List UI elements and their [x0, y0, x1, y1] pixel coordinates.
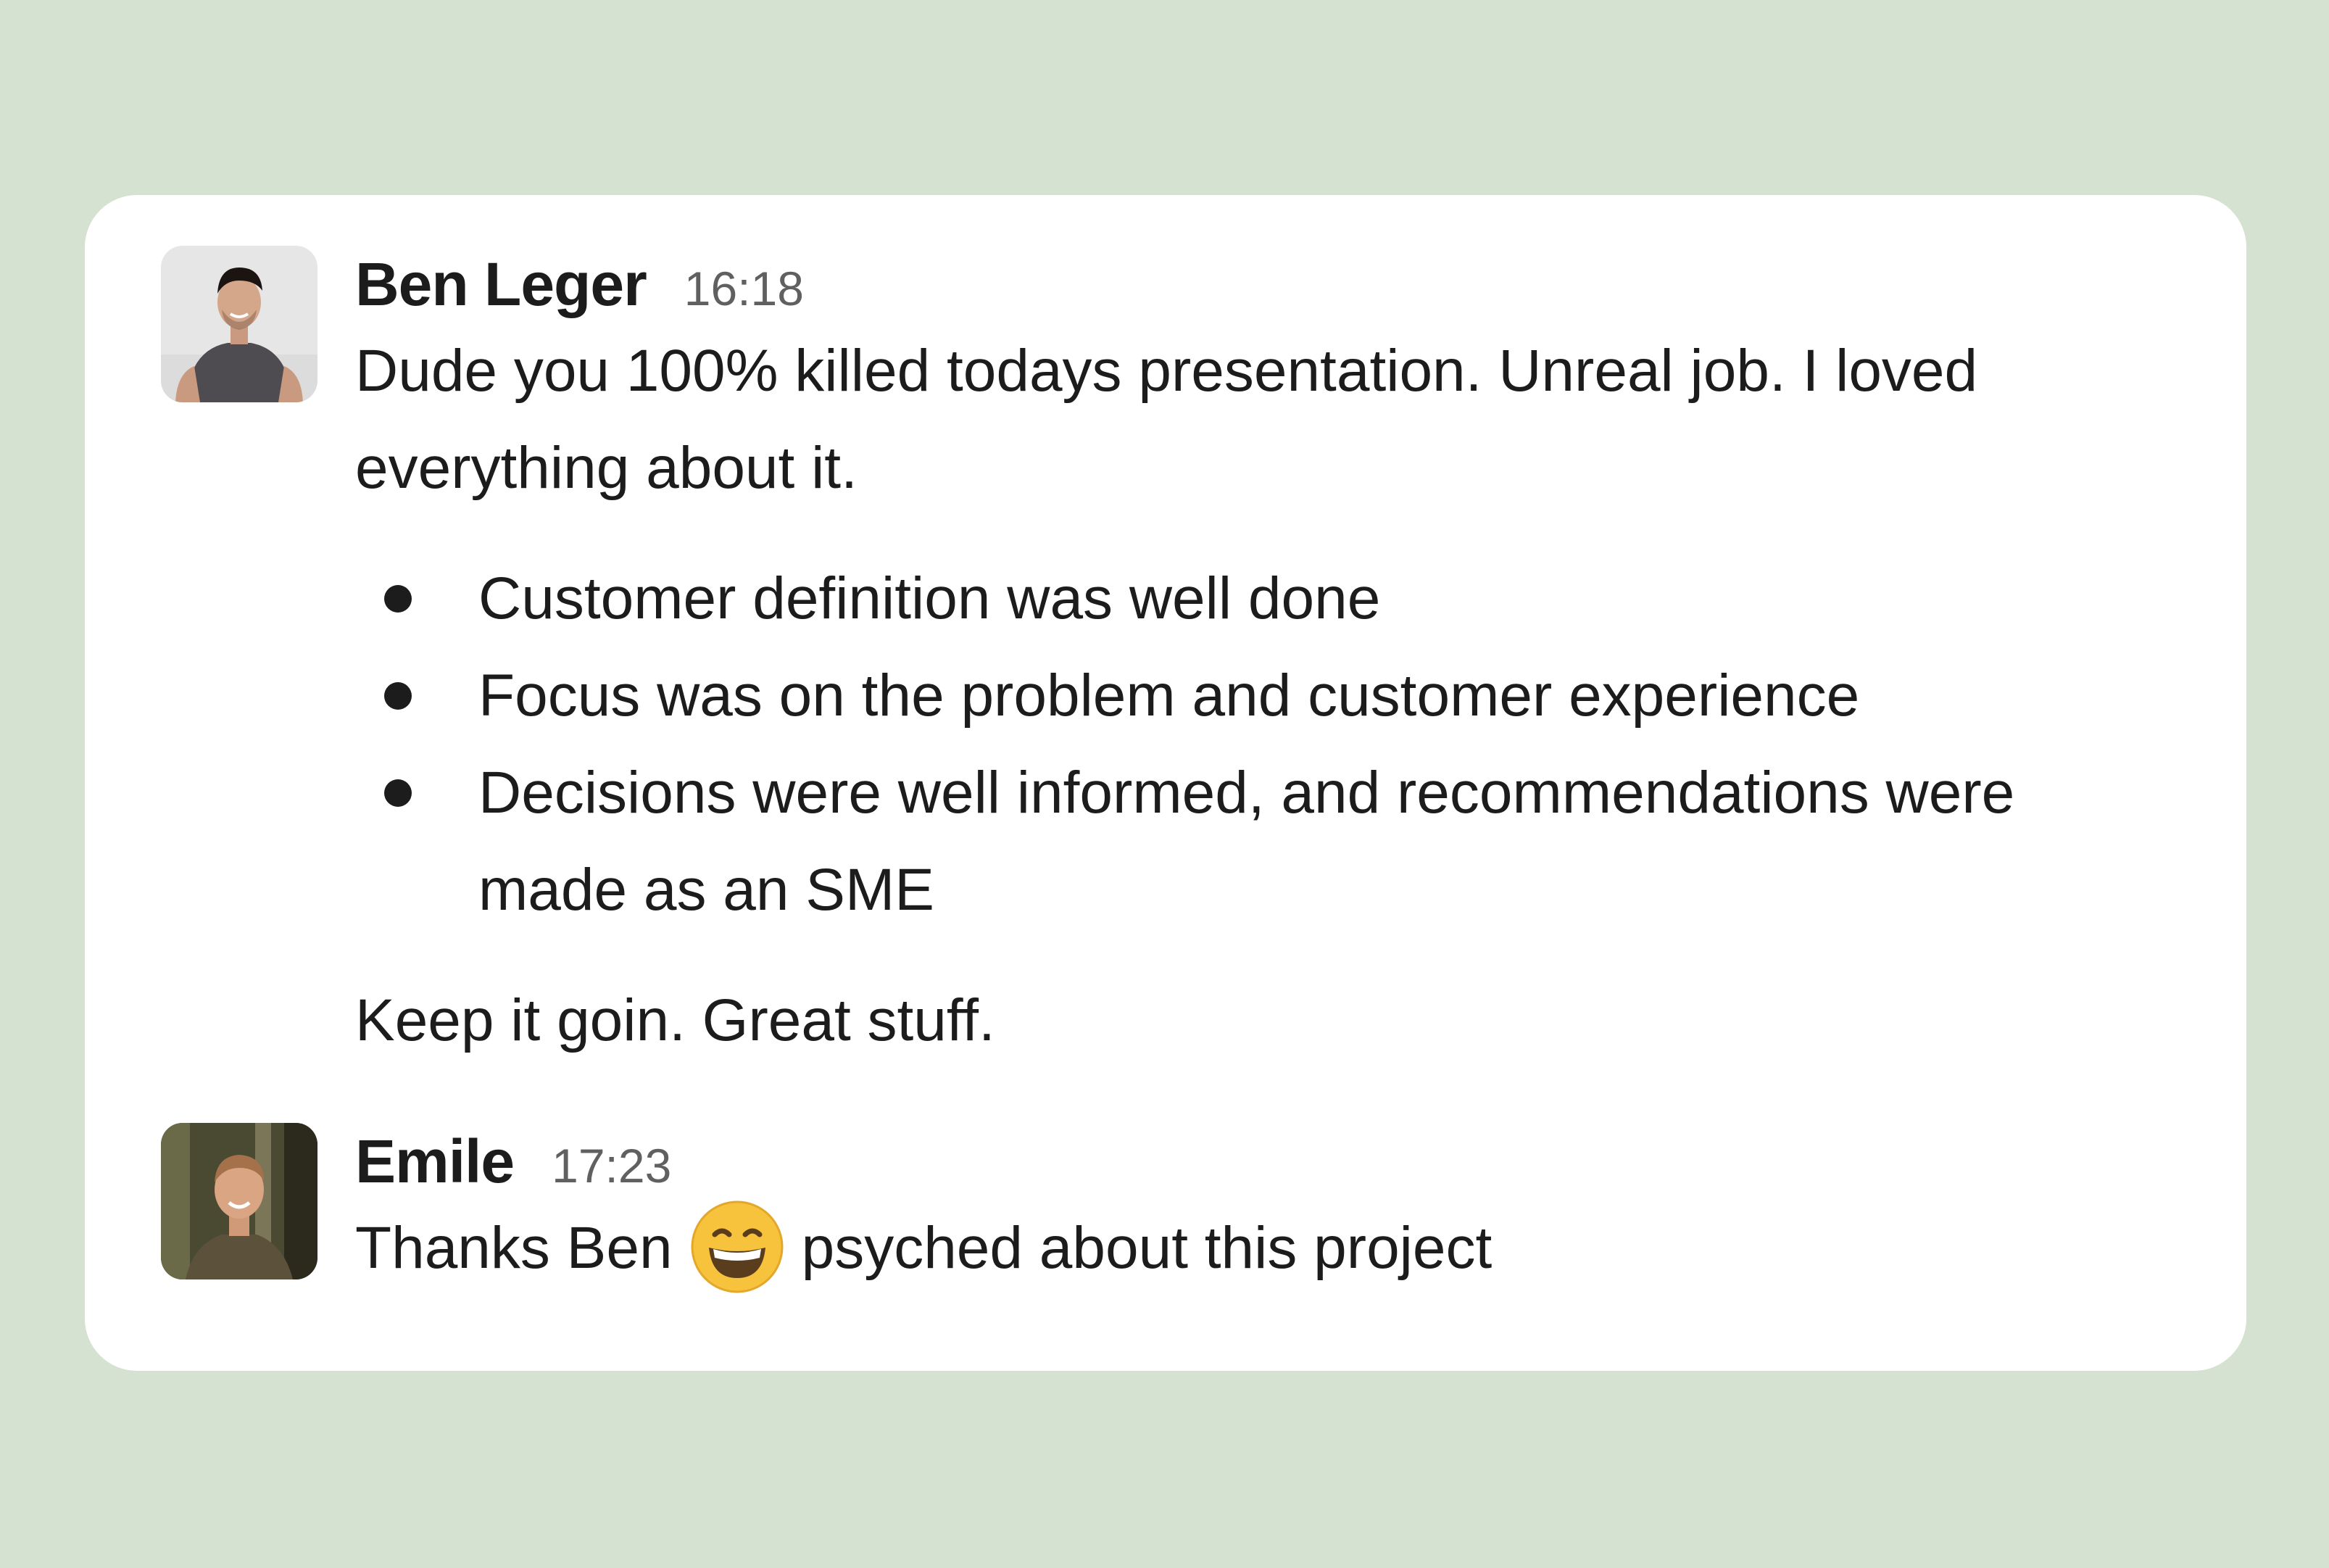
- list-item: Customer definition was well done: [355, 550, 2170, 647]
- list-item-text: Customer definition was well done: [478, 565, 1381, 631]
- message-card: Ben Leger 16:18 Dude you 100% killed tod…: [85, 195, 2246, 1371]
- message-body: Emile 17:23 Thanks Ben psyched about thi…: [355, 1123, 2170, 1297]
- sender-name[interactable]: Emile: [355, 1123, 515, 1200]
- bullet-list: Customer definition was well done Focus …: [355, 550, 2170, 939]
- avatar-photo-icon: [161, 246, 317, 402]
- avatar-photo-icon: [161, 1123, 317, 1279]
- list-item: Decisions were well informed, and recomm…: [355, 744, 2170, 939]
- list-item-text: Focus was on the problem and customer ex…: [478, 663, 1860, 729]
- grinning-face-icon[interactable]: [690, 1200, 784, 1294]
- bullet-icon: [384, 682, 412, 710]
- message-text-part: psyched about this project: [801, 1215, 1493, 1281]
- sender-name[interactable]: Ben Leger: [355, 246, 647, 323]
- message-text: Thanks Ben psyched about this project: [355, 1200, 2170, 1297]
- message-emile: Emile 17:23 Thanks Ben psyched about thi…: [161, 1123, 2170, 1297]
- avatar-emile[interactable]: [161, 1123, 317, 1279]
- message-text-closing: Keep it goin. Great stuff.: [355, 987, 995, 1053]
- message-text-part: Thanks Ben: [355, 1215, 673, 1281]
- message-ben-leger: Ben Leger 16:18 Dude you 100% killed tod…: [161, 246, 2170, 1069]
- list-item: Focus was on the problem and customer ex…: [355, 647, 2170, 744]
- message-header: Emile 17:23: [355, 1123, 2170, 1200]
- message-timestamp[interactable]: 16:18: [684, 250, 804, 327]
- message-text: Dude you 100% killed todays presentation…: [355, 338, 1978, 501]
- bullet-icon: [384, 585, 412, 613]
- list-item-text: Decisions were well informed, and recomm…: [478, 760, 2015, 923]
- avatar-ben-leger[interactable]: [161, 246, 317, 402]
- message-header: Ben Leger 16:18: [355, 246, 2170, 323]
- message-body: Ben Leger 16:18 Dude you 100% killed tod…: [355, 246, 2170, 1069]
- bullet-icon: [384, 779, 412, 807]
- message-timestamp[interactable]: 17:23: [552, 1127, 671, 1204]
